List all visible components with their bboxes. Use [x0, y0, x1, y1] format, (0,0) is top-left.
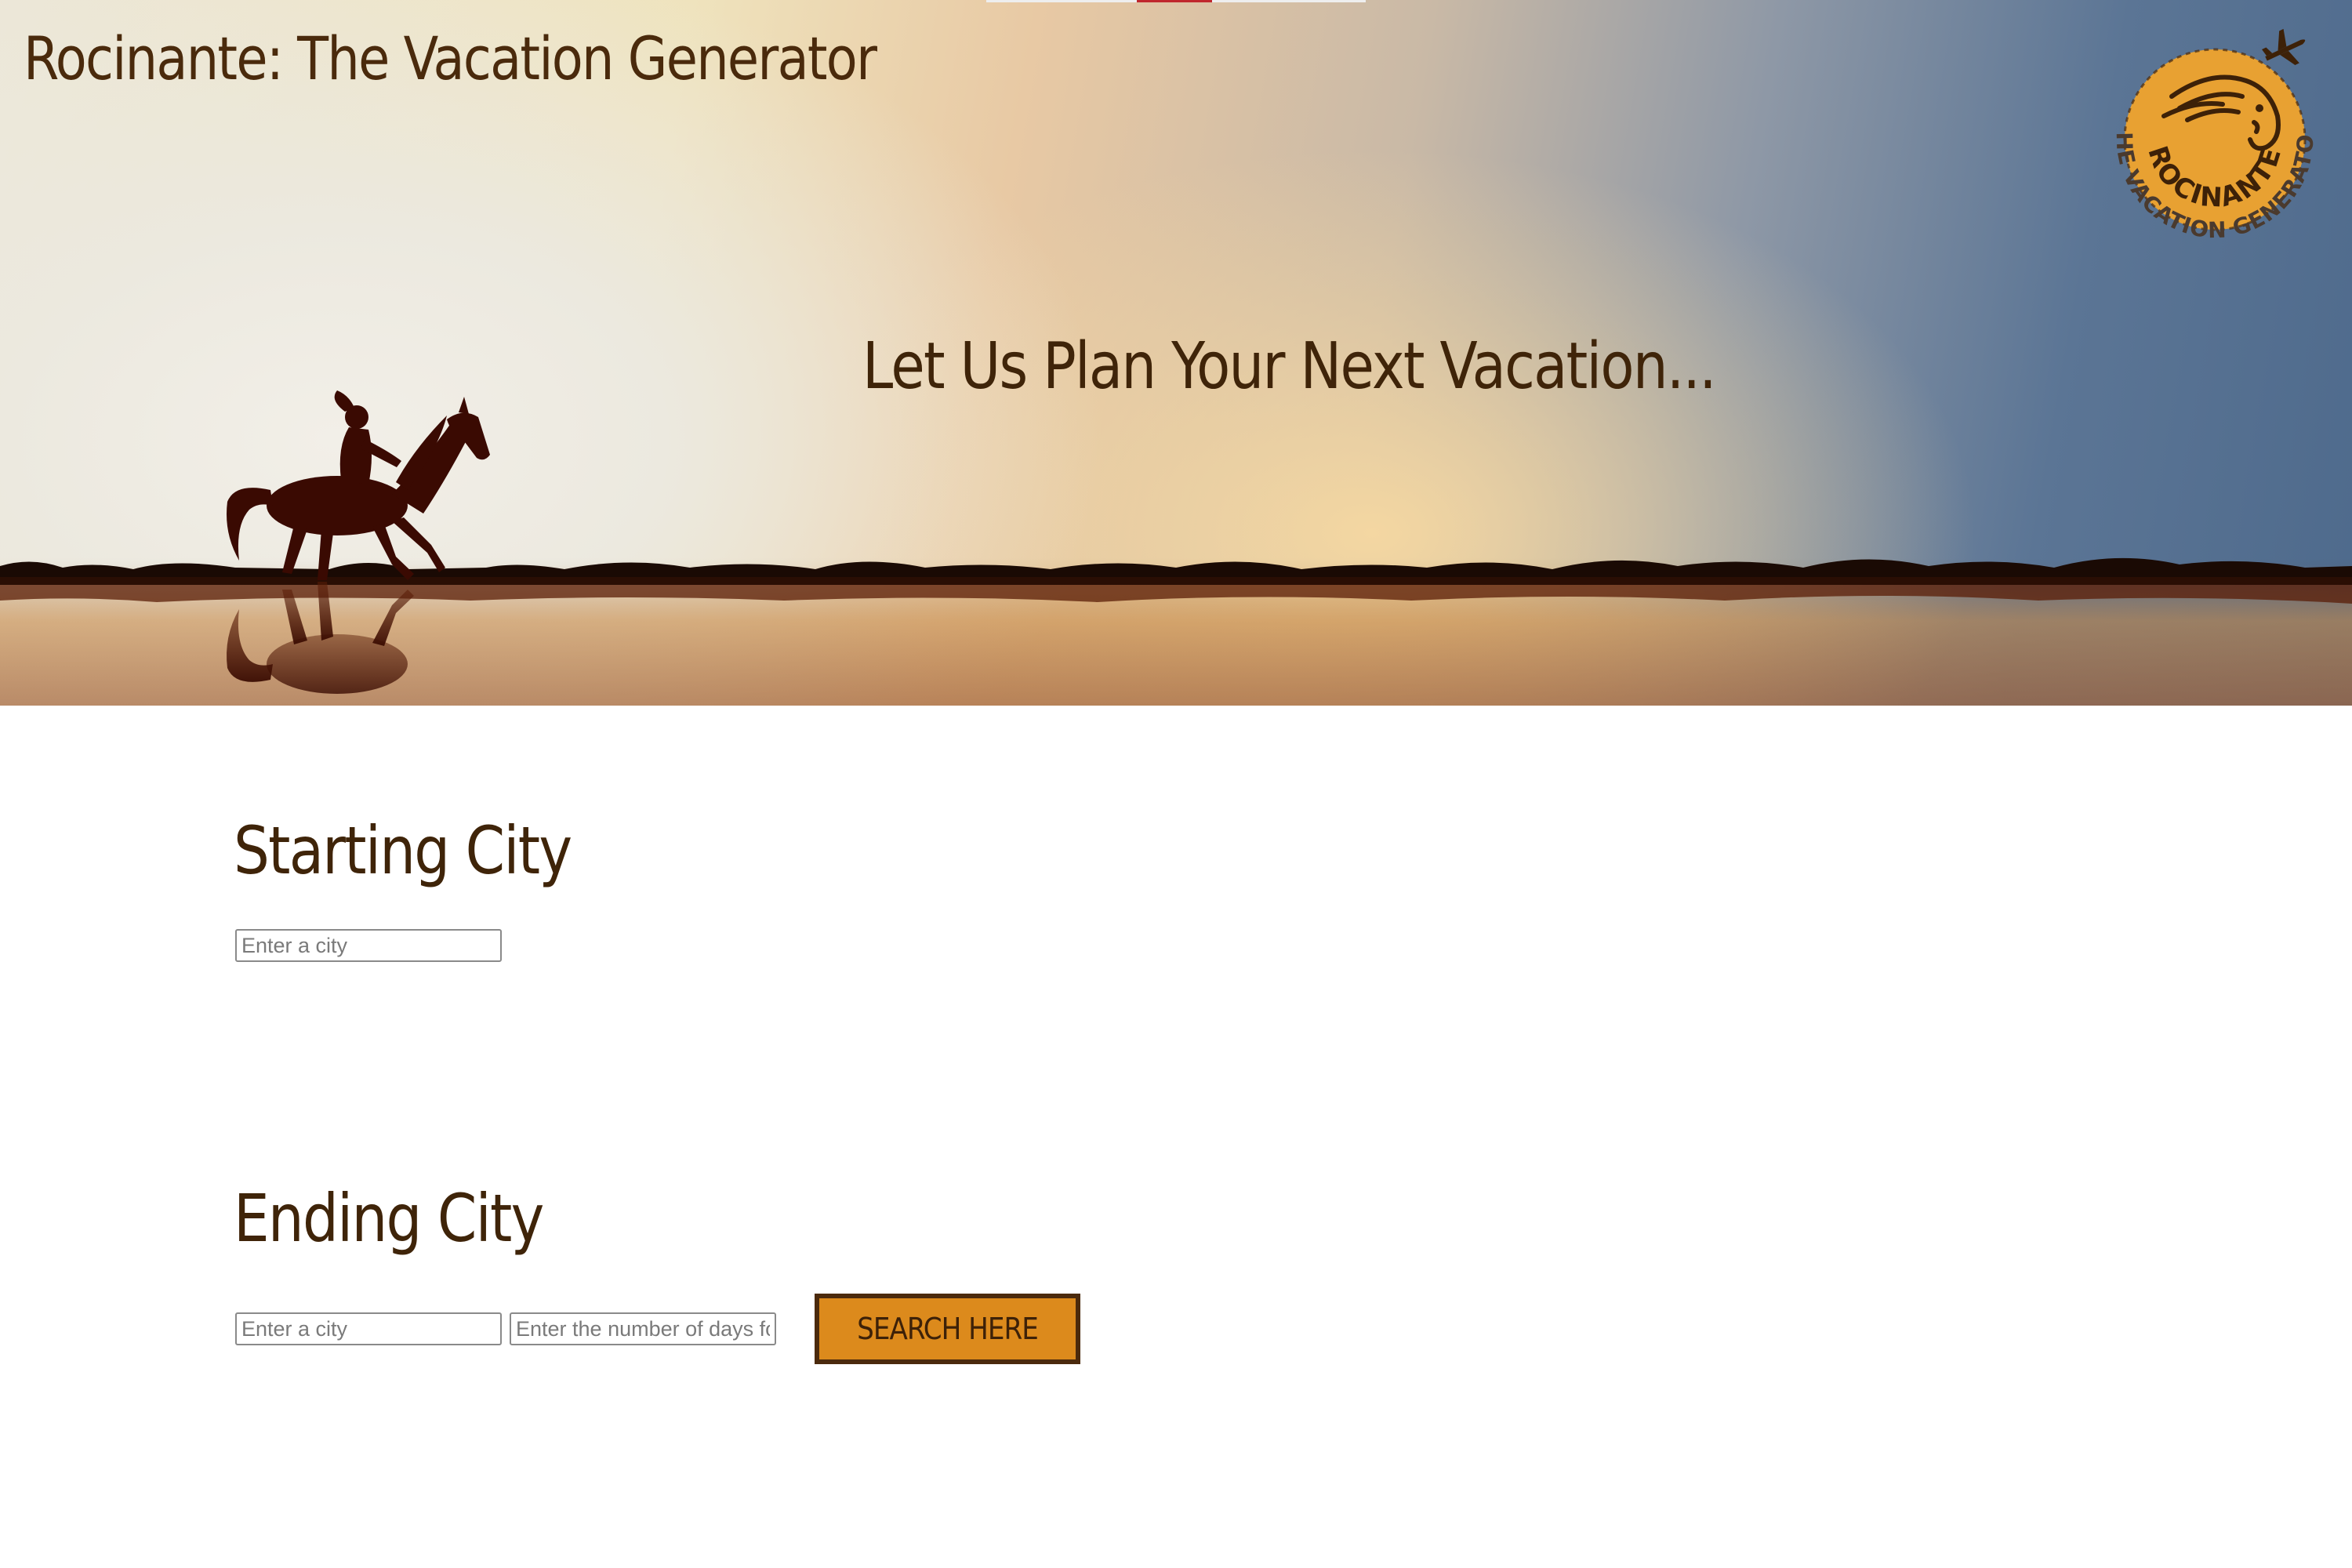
site-title: Rocinante: The Vacation Generator — [24, 24, 877, 93]
trip-days-input[interactable] — [510, 1312, 776, 1345]
starting-city-input[interactable] — [235, 929, 502, 962]
top-progress-bar-segment — [1137, 0, 1212, 2]
search-button[interactable]: SEARCH HERE — [815, 1294, 1080, 1364]
ending-city-heading: Ending City — [234, 1180, 544, 1257]
hero-banner: Rocinante: The Vacation Generator Let Us… — [0, 0, 2352, 706]
starting-city-heading: Starting City — [234, 812, 572, 889]
rocinante-logo[interactable]: ROCINANTE THE VACATION GENERATOR — [2085, 22, 2344, 257]
hero-tagline: Let Us Plan Your Next Vacation... — [862, 329, 1717, 404]
top-progress-bar — [986, 0, 1366, 2]
ending-city-input[interactable] — [235, 1312, 502, 1345]
page: Rocinante: The Vacation Generator Let Us… — [0, 0, 2352, 1568]
